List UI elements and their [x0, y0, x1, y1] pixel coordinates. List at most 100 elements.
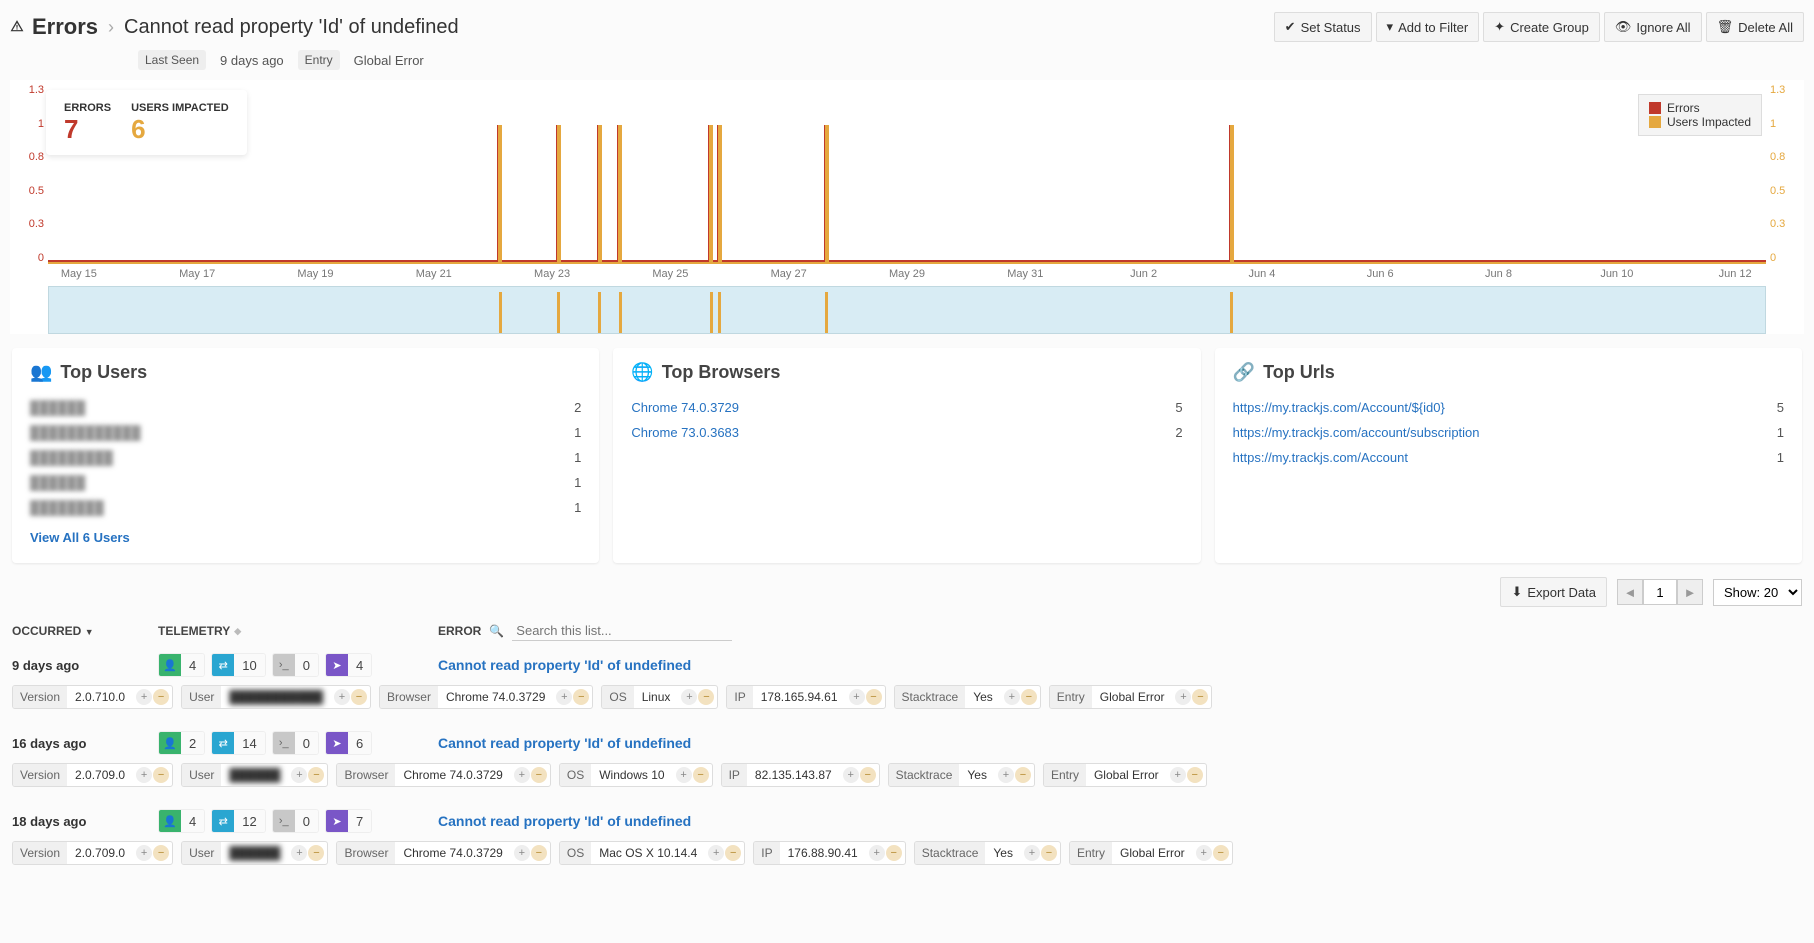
minus-icon[interactable]: − — [866, 689, 882, 705]
minus-icon[interactable]: − — [153, 767, 169, 783]
minus-icon[interactable]: − — [351, 689, 367, 705]
list-item[interactable]: https://my.trackjs.com/account/subscript… — [1233, 420, 1784, 445]
console-badge[interactable]: ›_0 — [272, 809, 319, 833]
plus-icon[interactable]: + — [998, 767, 1014, 783]
meta-pill[interactable]: Version2.0.709.0+− — [12, 841, 173, 865]
chart-area[interactable]: 1.310.80.50.30 1.310.80.50.30 — [26, 84, 1788, 264]
plus-icon[interactable]: + — [334, 689, 350, 705]
plus-icon[interactable]: + — [843, 767, 859, 783]
page-input[interactable] — [1643, 579, 1677, 605]
chart-spike[interactable] — [618, 125, 622, 262]
plus-icon[interactable]: + — [1024, 845, 1040, 861]
meta-pill[interactable]: BrowserChrome 74.0.3729+− — [336, 763, 550, 787]
plus-icon[interactable]: + — [514, 767, 530, 783]
meta-pill[interactable]: EntryGlobal Error+− — [1049, 685, 1213, 709]
minus-icon[interactable]: − — [308, 845, 324, 861]
meta-pill[interactable]: StacktraceYes+− — [888, 763, 1035, 787]
plus-icon[interactable]: + — [681, 689, 697, 705]
chart-spike[interactable] — [1230, 125, 1234, 262]
network-badge[interactable]: ⇄14 — [211, 731, 265, 755]
url-link[interactable]: https://my.trackjs.com/account/subscript… — [1233, 425, 1480, 440]
minus-icon[interactable]: − — [886, 845, 902, 861]
plus-icon[interactable]: + — [291, 845, 307, 861]
list-item[interactable]: Chrome 73.0.36832 — [631, 420, 1182, 445]
error-link[interactable]: Cannot read property 'Id' of undefined — [438, 813, 691, 829]
next-page-button[interactable]: ► — [1677, 579, 1703, 605]
plus-icon[interactable]: + — [1004, 689, 1020, 705]
minus-icon[interactable]: − — [1015, 767, 1031, 783]
network-badge[interactable]: ⇄10 — [211, 653, 265, 677]
view-all-users-link[interactable]: View All 6 Users — [30, 530, 130, 545]
minus-icon[interactable]: − — [1213, 845, 1229, 861]
meta-pill[interactable]: Version2.0.709.0+− — [12, 763, 173, 787]
list-item[interactable]: ████████1 — [30, 495, 581, 520]
meta-pill[interactable]: StacktraceYes+− — [894, 685, 1041, 709]
user-badge[interactable]: 👤4 — [158, 809, 205, 833]
nav-badge[interactable]: ➤6 — [325, 731, 372, 755]
meta-pill[interactable]: StacktraceYes+− — [914, 841, 1061, 865]
minus-icon[interactable]: − — [153, 689, 169, 705]
user-badge[interactable]: 👤4 — [158, 653, 205, 677]
plus-icon[interactable]: + — [849, 689, 865, 705]
show-select[interactable]: Show: 20 — [1713, 579, 1802, 606]
url-link[interactable]: https://my.trackjs.com/Account/${id0} — [1233, 400, 1445, 415]
list-item[interactable]: https://my.trackjs.com/Account/${id0}5 — [1233, 395, 1784, 420]
browser-link[interactable]: Chrome 73.0.3683 — [631, 425, 739, 440]
list-item[interactable]: Chrome 74.0.37295 — [631, 395, 1182, 420]
meta-pill[interactable]: User██████+− — [181, 841, 328, 865]
search-input[interactable] — [512, 621, 732, 641]
minus-icon[interactable]: − — [1041, 845, 1057, 861]
error-link[interactable]: Cannot read property 'Id' of undefined — [438, 657, 691, 673]
meta-pill[interactable]: OSWindows 10+− — [559, 763, 713, 787]
chart-spike[interactable] — [557, 125, 561, 262]
minus-icon[interactable]: − — [1187, 767, 1203, 783]
chart-spike[interactable] — [718, 125, 722, 262]
meta-pill[interactable]: OSMac OS X 10.14.4+− — [559, 841, 745, 865]
delete-all-button[interactable]: 🗑Delete All — [1706, 12, 1804, 42]
col-occurred[interactable]: OCCURRED ▼ — [12, 624, 158, 638]
list-item[interactable]: █████████1 — [30, 445, 581, 470]
plus-icon[interactable]: + — [136, 689, 152, 705]
export-button[interactable]: ⬇Export Data — [1500, 577, 1607, 607]
minus-icon[interactable]: − — [308, 767, 324, 783]
meta-pill[interactable]: IP178.165.94.61+− — [726, 685, 885, 709]
plus-icon[interactable]: + — [136, 767, 152, 783]
add-filter-button[interactable]: ▾Add to Filter — [1376, 12, 1480, 42]
set-status-button[interactable]: ✔Set Status — [1274, 12, 1372, 42]
minus-icon[interactable]: − — [1192, 689, 1208, 705]
plot[interactable] — [48, 84, 1766, 264]
minus-icon[interactable]: − — [531, 845, 547, 861]
plus-icon[interactable]: + — [869, 845, 885, 861]
console-badge[interactable]: ›_0 — [272, 653, 319, 677]
minus-icon[interactable]: − — [698, 689, 714, 705]
chart-spike[interactable] — [709, 125, 713, 262]
meta-pill[interactable]: BrowserChrome 74.0.3729+− — [336, 841, 550, 865]
console-badge[interactable]: ›_0 — [272, 731, 319, 755]
plus-icon[interactable]: + — [1196, 845, 1212, 861]
brush-area[interactable] — [48, 286, 1766, 334]
minus-icon[interactable]: − — [693, 767, 709, 783]
meta-pill[interactable]: Version2.0.710.0+− — [12, 685, 173, 709]
list-item[interactable]: https://my.trackjs.com/Account1 — [1233, 445, 1784, 470]
minus-icon[interactable]: − — [531, 767, 547, 783]
meta-pill[interactable]: OSLinux+− — [601, 685, 718, 709]
user-badge[interactable]: 👤2 — [158, 731, 205, 755]
network-badge[interactable]: ⇄12 — [211, 809, 265, 833]
chart-spike[interactable] — [598, 125, 602, 262]
minus-icon[interactable]: − — [573, 689, 589, 705]
list-item[interactable]: ██████1 — [30, 470, 581, 495]
nav-badge[interactable]: ➤4 — [325, 653, 372, 677]
list-item[interactable]: ██████2 — [30, 395, 581, 420]
chart-spike[interactable] — [498, 125, 502, 262]
minus-icon[interactable]: − — [1021, 689, 1037, 705]
meta-pill[interactable]: EntryGlobal Error+− — [1069, 841, 1233, 865]
browser-link[interactable]: Chrome 74.0.3729 — [631, 400, 739, 415]
meta-pill[interactable]: User███████████+− — [181, 685, 371, 709]
meta-pill[interactable]: User██████+− — [181, 763, 328, 787]
meta-pill[interactable]: IP82.135.143.87+− — [721, 763, 880, 787]
minus-icon[interactable]: − — [153, 845, 169, 861]
plus-icon[interactable]: + — [676, 767, 692, 783]
plus-icon[interactable]: + — [514, 845, 530, 861]
list-item[interactable]: ████████████1 — [30, 420, 581, 445]
plus-icon[interactable]: + — [556, 689, 572, 705]
